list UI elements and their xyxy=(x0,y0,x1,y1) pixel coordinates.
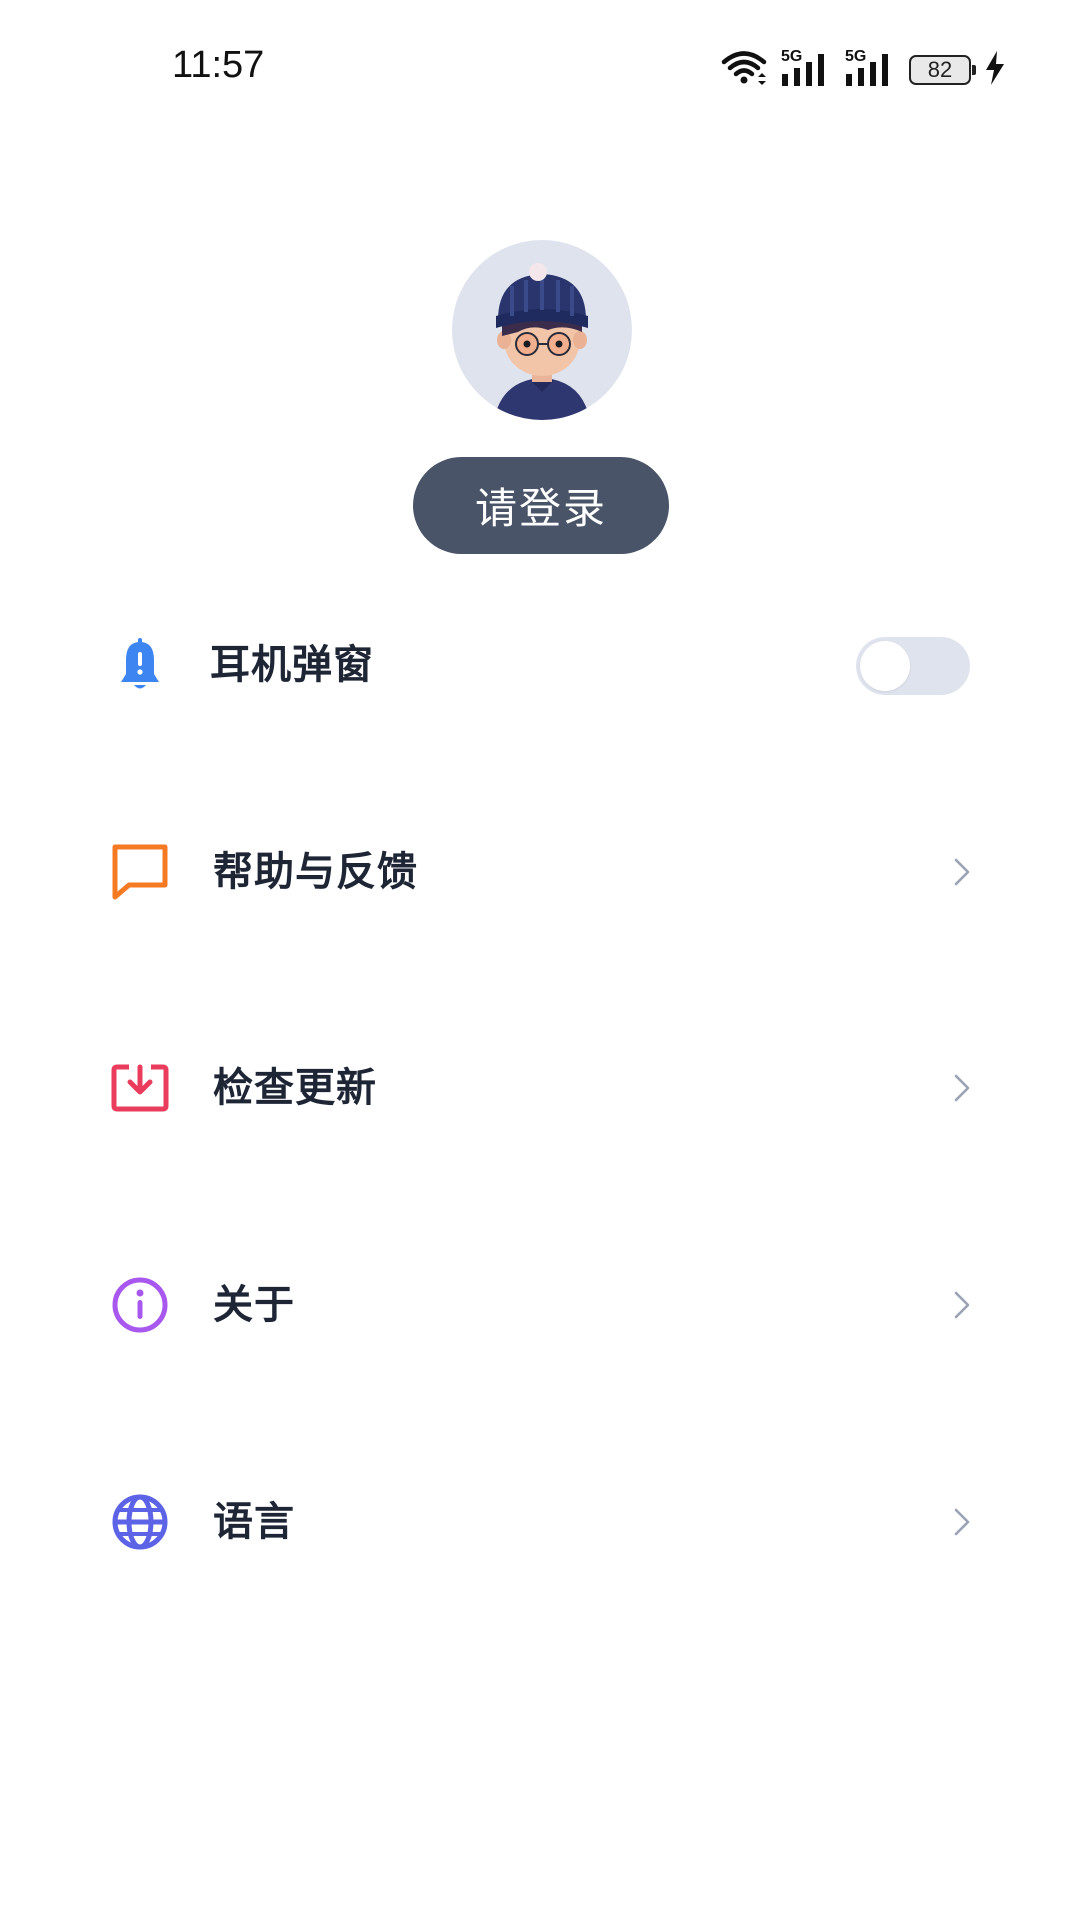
menu-item-language[interactable]: 语言 xyxy=(100,1462,980,1582)
menu-item-headset-popup: 耳机弹窗 xyxy=(100,605,980,725)
menu-label-check-update: 检查更新 xyxy=(213,1065,377,1111)
menu-item-check-update[interactable]: 检查更新 xyxy=(100,1028,980,1148)
status-time: 11:57 xyxy=(172,44,265,86)
login-button[interactable]: 请登录 xyxy=(413,457,669,554)
chevron-right-icon xyxy=(944,854,980,890)
headset-popup-toggle[interactable] xyxy=(856,637,970,695)
avatar[interactable] xyxy=(452,240,632,420)
globe-icon xyxy=(110,1492,170,1552)
chevron-right-icon xyxy=(944,1504,980,1540)
menu-label-help-feedback: 帮助与反馈 xyxy=(213,849,418,895)
wifi-icon xyxy=(721,49,767,91)
battery-icon: 82 xyxy=(909,55,976,85)
signal-5g-icon: 5G xyxy=(845,48,895,90)
toggle-knob xyxy=(860,641,910,691)
download-tray-icon xyxy=(110,1058,170,1118)
bell-alert-icon xyxy=(110,635,170,695)
info-circle-icon xyxy=(110,1275,170,1335)
menu-item-help-feedback[interactable]: 帮助与反馈 xyxy=(100,812,980,932)
menu-label-headset-popup: 耳机弹窗 xyxy=(210,642,374,688)
status-icons: 5G 5G 82 xyxy=(721,48,1005,92)
battery-level: 82 xyxy=(927,57,953,82)
menu-label-about: 关于 xyxy=(213,1282,295,1328)
chevron-right-icon xyxy=(944,1287,980,1323)
status-bar: 11:57 5G 5G 82 xyxy=(0,0,1080,130)
menu-label-language: 语言 xyxy=(213,1499,295,1545)
menu-item-about[interactable]: 关于 xyxy=(100,1245,980,1365)
signal-5g-icon: 5G xyxy=(781,48,831,90)
chevron-right-icon xyxy=(944,1070,980,1106)
avatar-illustration xyxy=(494,263,590,420)
charging-bolt-icon xyxy=(985,51,1005,89)
chat-bubble-icon xyxy=(110,842,170,902)
